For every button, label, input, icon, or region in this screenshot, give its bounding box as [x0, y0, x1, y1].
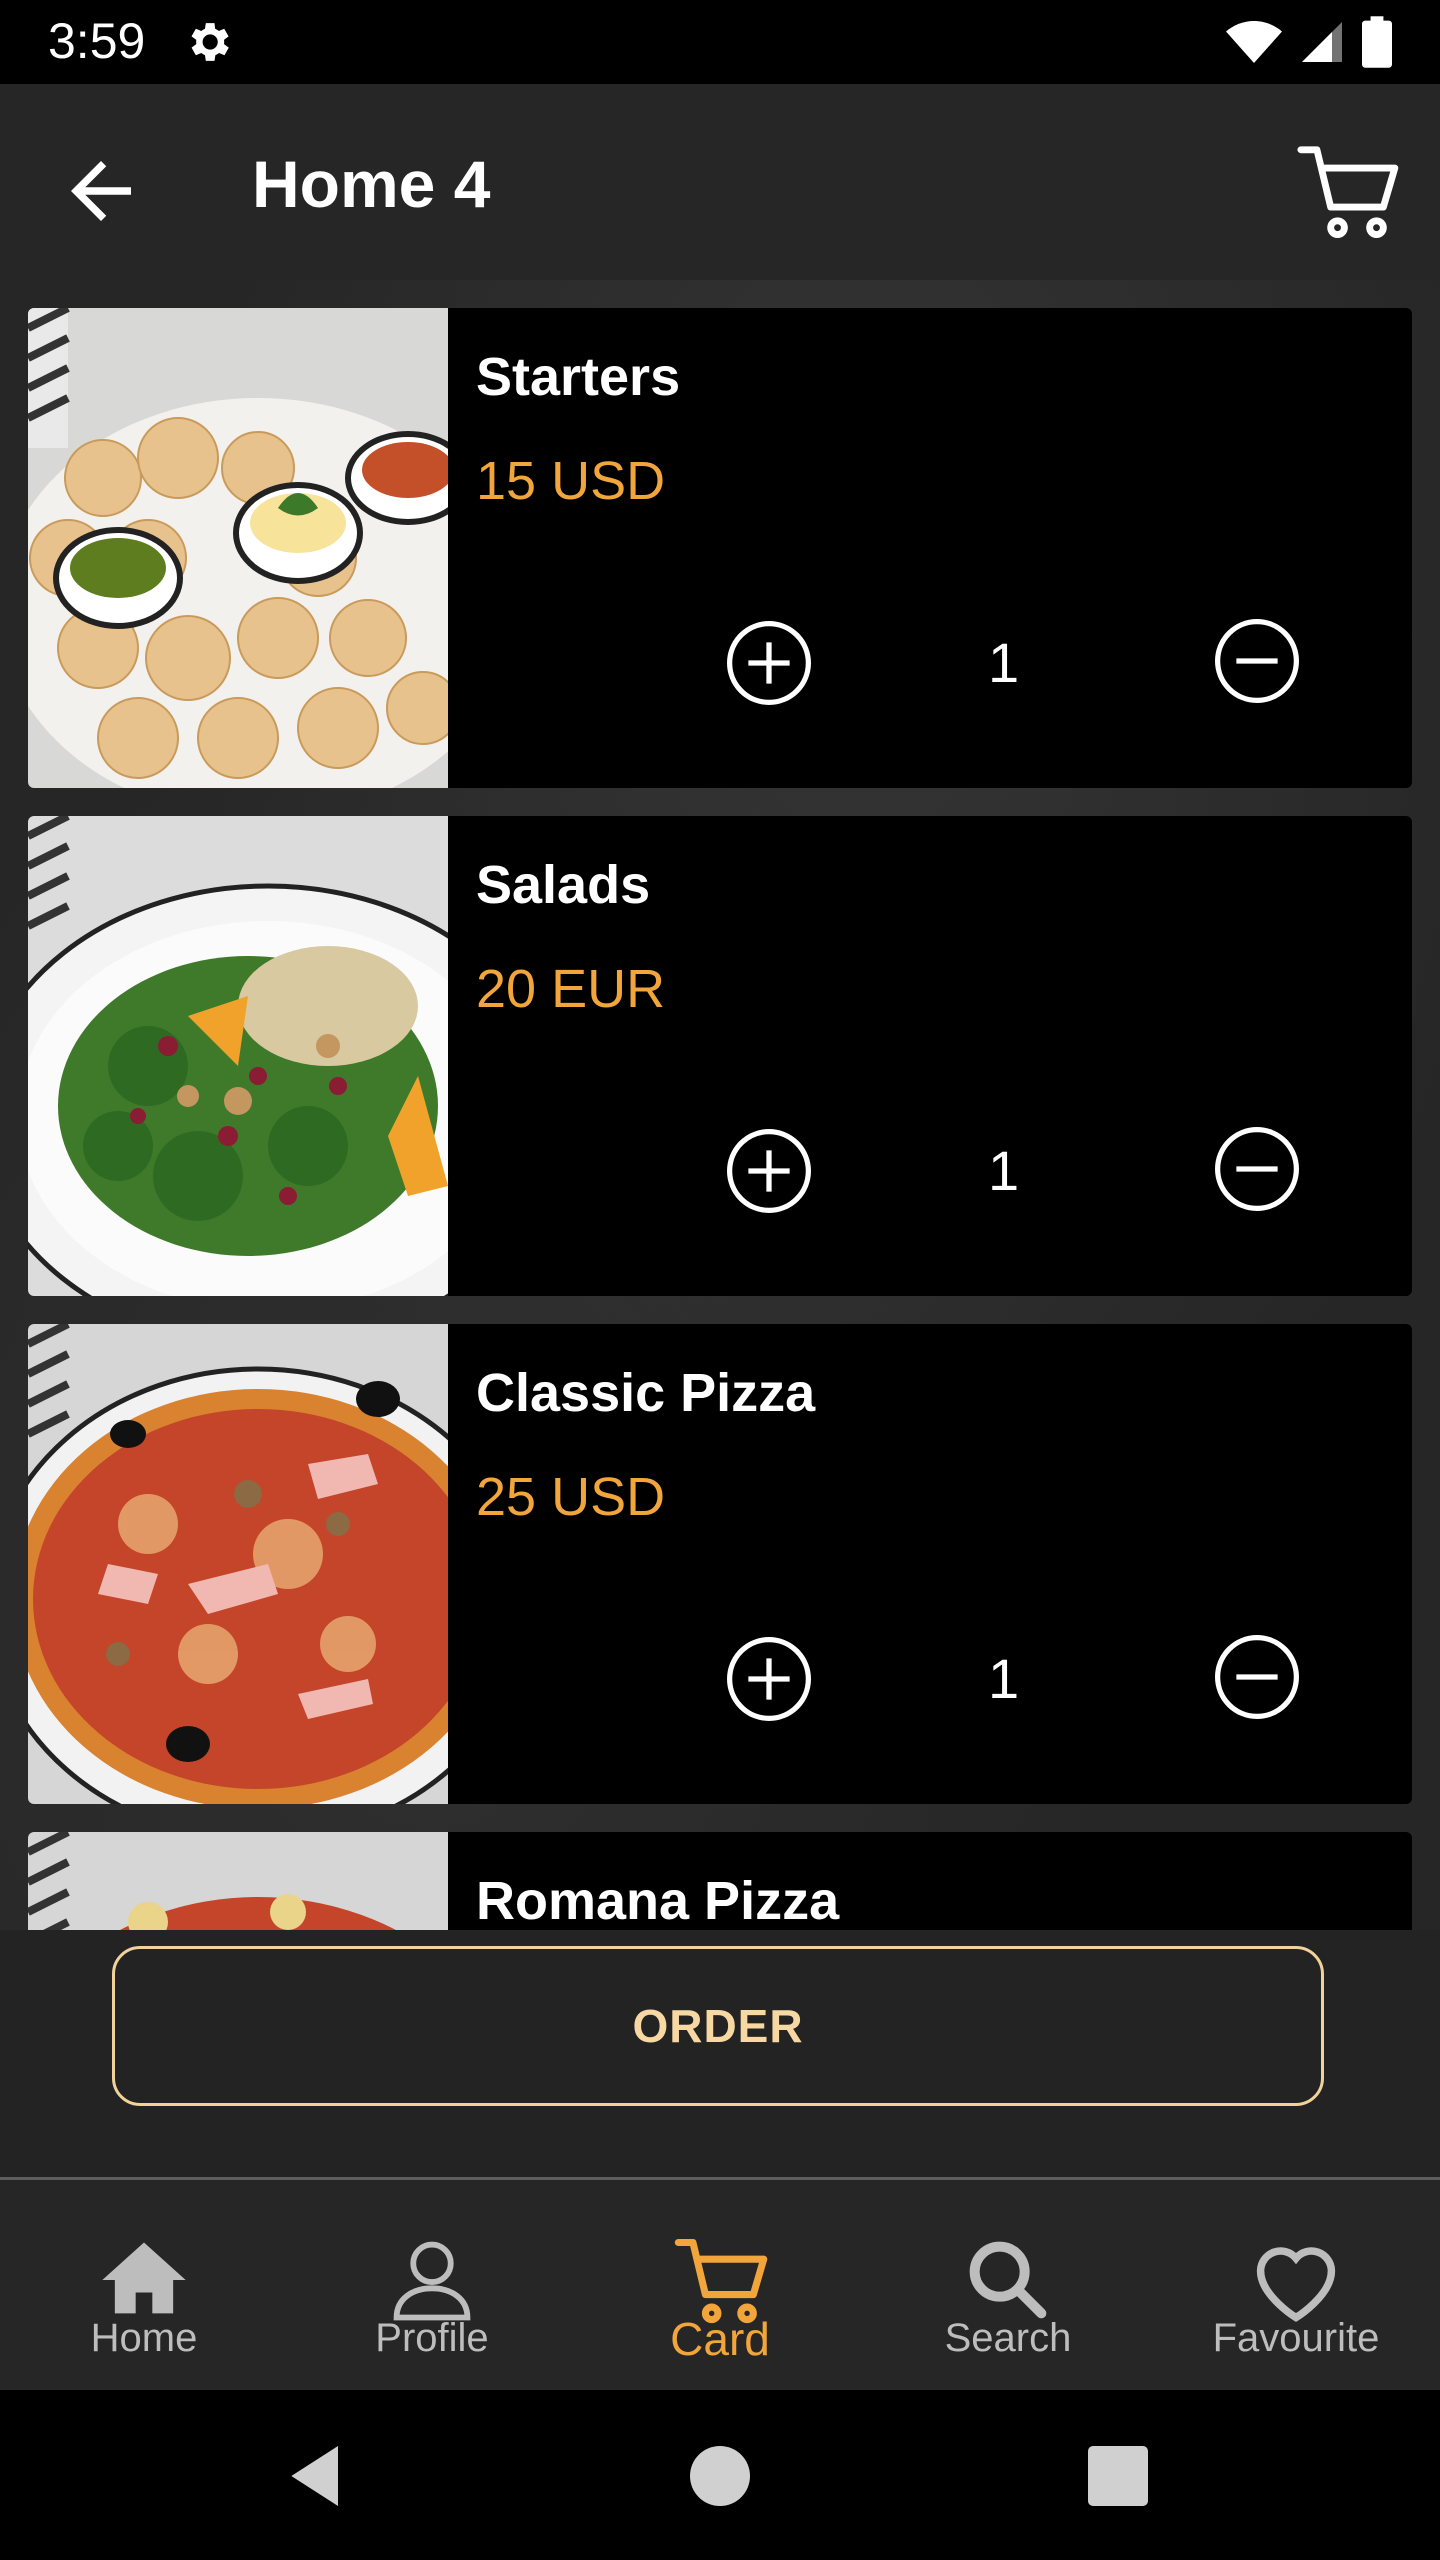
item-title: Starters	[476, 347, 681, 407]
status-bar: 3:59	[0, 0, 1440, 84]
starters-image	[28, 308, 448, 788]
remove-circle-icon[interactable]	[1212, 616, 1302, 706]
salads-image	[28, 816, 448, 1296]
remove-circle-icon[interactable]	[1212, 1124, 1302, 1214]
signal-icon	[1302, 22, 1342, 62]
nav-item-home[interactable]: Home	[0, 2180, 288, 2390]
cart-item-starters[interactable]: Starters 15 USD 1	[28, 308, 1412, 788]
quantity-value: 1	[988, 631, 1020, 694]
nav-item-card[interactable]: Card	[576, 2180, 864, 2390]
settings-gear-icon	[191, 23, 229, 61]
order-bar: ORDER	[0, 1930, 1440, 2178]
add-circle-icon[interactable]	[724, 1126, 814, 1216]
back-arrow-icon[interactable]	[56, 146, 146, 236]
cart-item-salads[interactable]: Salads 20 EUR 1	[28, 816, 1412, 1296]
home-icon	[102, 2242, 186, 2314]
item-price: 20 EUR	[476, 959, 666, 1019]
app-bar: Home 4	[0, 84, 1440, 280]
quantity-value: 1	[988, 1647, 1020, 1710]
bottom-navigation: Home Profile Card Search Favourite	[0, 2180, 1440, 2390]
nav-item-favourite[interactable]: Favourite	[1152, 2180, 1440, 2390]
romana-pizza-image	[28, 1832, 448, 1930]
search-icon	[969, 2241, 1047, 2319]
add-circle-icon[interactable]	[724, 1634, 814, 1724]
person-icon	[393, 2241, 471, 2321]
add-circle-icon[interactable]	[724, 618, 814, 708]
item-price: 15 USD	[476, 451, 666, 511]
system-recents-icon[interactable]	[1078, 2436, 1158, 2516]
nav-label: Search	[944, 2316, 1072, 2360]
cart-list-area[interactable]: Starters 15 USD 1 Salads 20 EUR 1 Classi…	[0, 280, 1440, 1930]
quantity-value: 1	[988, 1139, 1020, 1202]
classic-pizza-image	[28, 1324, 448, 1804]
item-title: Classic Pizza	[476, 1363, 816, 1423]
cart-item-romana-pizza[interactable]: Romana Pizza	[28, 1832, 1412, 1930]
status-time: 3:59	[48, 13, 146, 69]
nav-label: Home	[90, 2316, 198, 2360]
nav-item-profile[interactable]: Profile	[288, 2180, 576, 2390]
nav-label: Favourite	[1212, 2316, 1380, 2360]
system-back-icon[interactable]	[278, 2436, 358, 2516]
item-title: Romana Pizza	[476, 1871, 840, 1930]
remove-circle-icon[interactable]	[1212, 1632, 1302, 1722]
cart-item-list: Starters 15 USD 1 Salads 20 EUR 1 Classi…	[28, 308, 1412, 1930]
battery-icon	[1362, 16, 1392, 68]
wifi-icon	[1226, 21, 1282, 63]
nav-item-search[interactable]: Search	[864, 2180, 1152, 2390]
status-icons	[1226, 16, 1392, 68]
page-title: Home 4	[252, 147, 491, 221]
heart-icon	[1256, 2247, 1336, 2322]
nav-label: Profile	[375, 2316, 489, 2360]
system-home-icon[interactable]	[680, 2436, 760, 2516]
cart-item-classic-pizza[interactable]: Classic Pizza 25 USD 1	[28, 1324, 1412, 1804]
item-price: 25 USD	[476, 1467, 666, 1527]
system-navigation-bar	[0, 2390, 1440, 2560]
item-title: Salads	[476, 855, 651, 915]
order-button[interactable]: ORDER	[112, 1946, 1324, 2106]
nav-label: Card	[670, 2313, 770, 2365]
cart-icon[interactable]	[1294, 136, 1404, 246]
